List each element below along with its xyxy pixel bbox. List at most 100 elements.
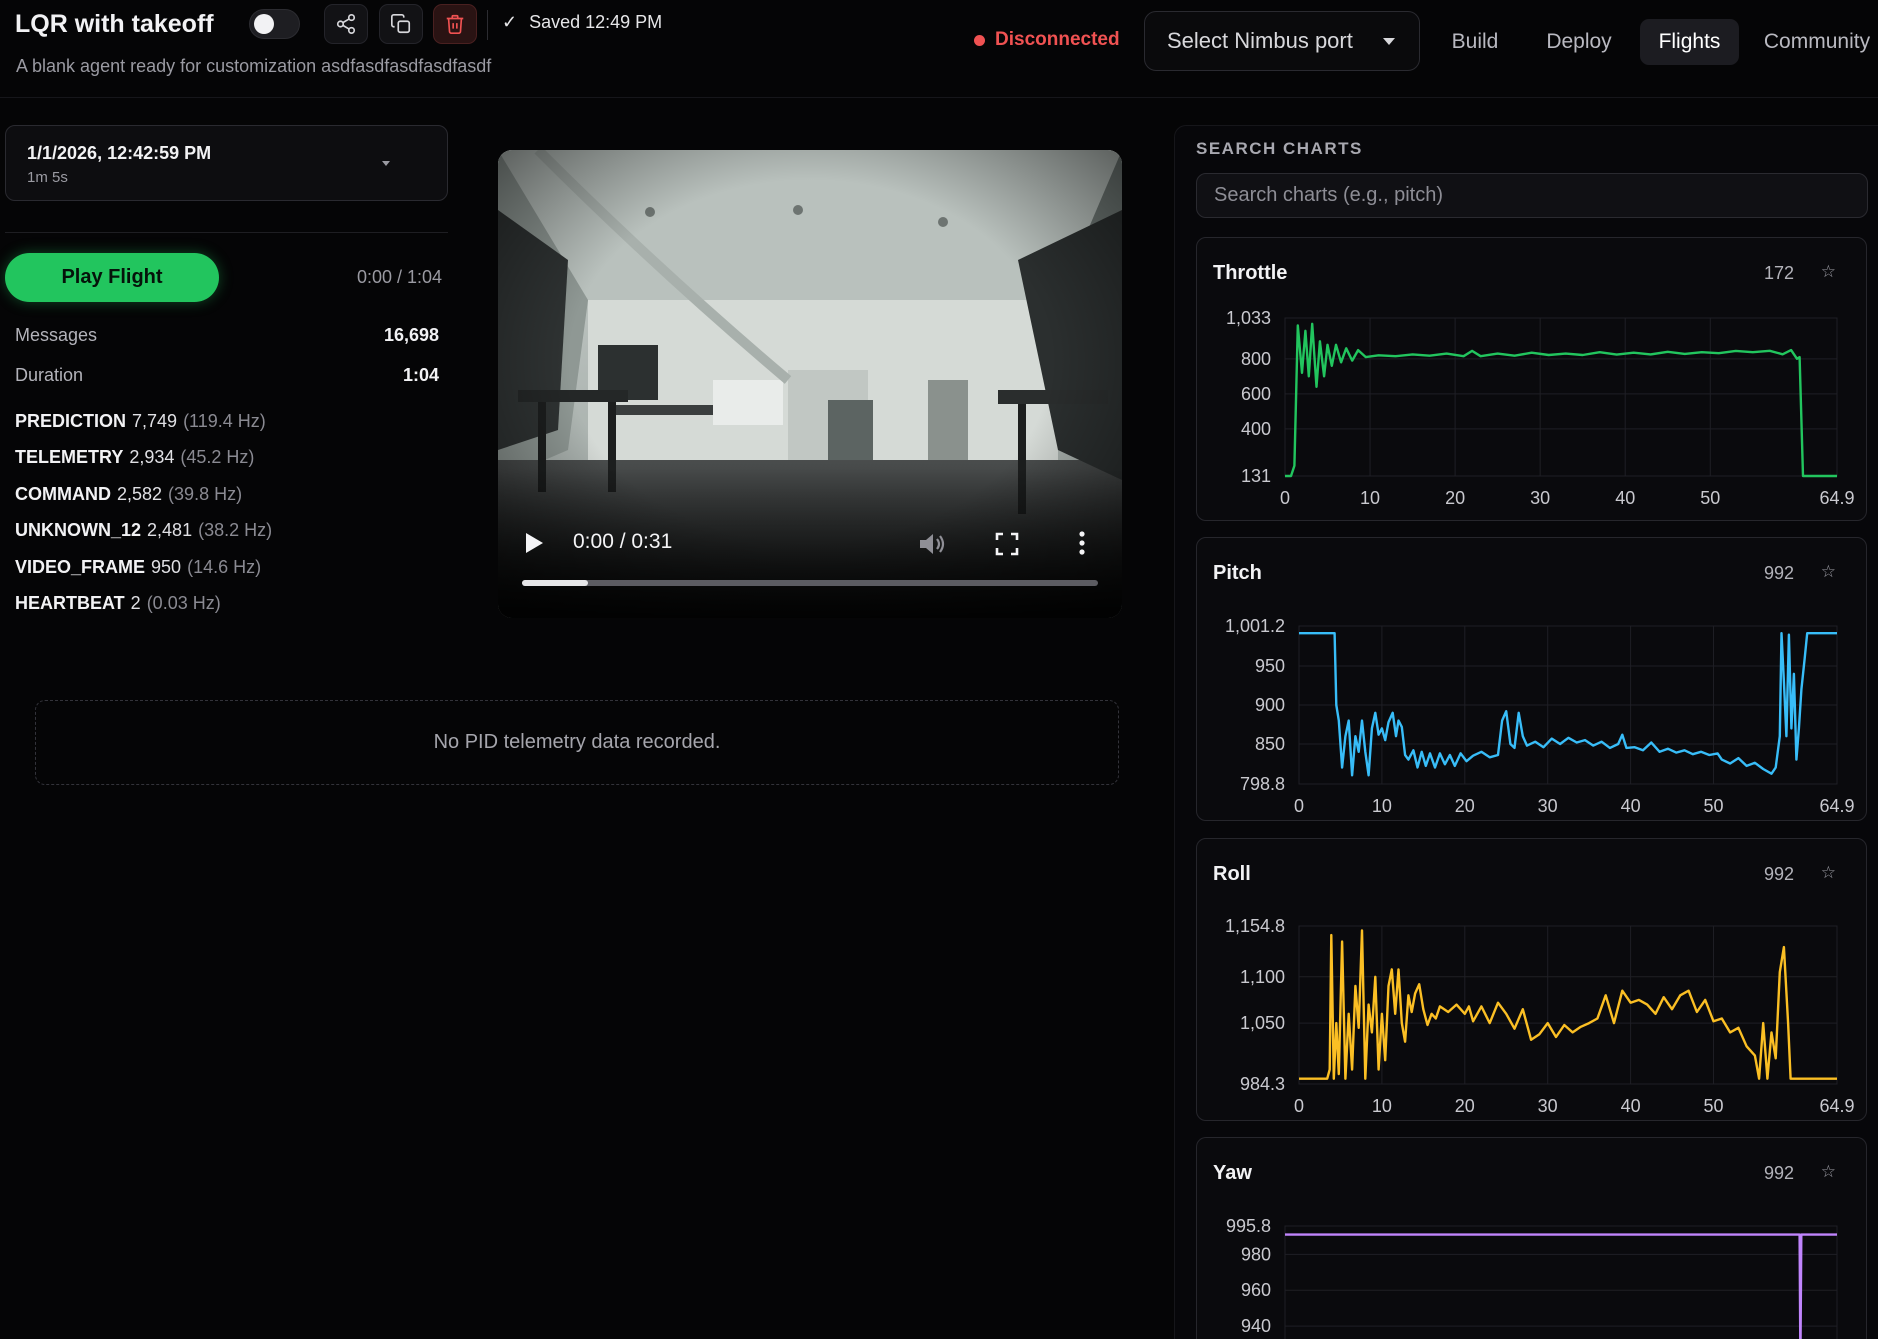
x-tick-label: 0 — [1294, 796, 1304, 816]
x-tick-label: 50 — [1703, 1096, 1723, 1116]
x-tick-label: 40 — [1621, 1096, 1641, 1116]
y-tick-label: 600 — [1241, 384, 1271, 404]
connection-status-label: Disconnected — [995, 29, 1120, 50]
star-icon[interactable]: ☆ — [1821, 1162, 1836, 1182]
y-tick-label: 798.8 — [1240, 774, 1285, 794]
y-tick-label: 1,001.2 — [1225, 616, 1285, 636]
x-tick-label: 64.9 — [1819, 796, 1854, 816]
share-icon — [336, 14, 356, 34]
status-dot-icon — [974, 34, 985, 46]
message-type-rate: (38.2 Hz) — [198, 520, 273, 540]
agent-title: LQR with takeoff — [15, 10, 214, 38]
chart-card-pitch: 798.8 850 900 950 1,001.2 0 10 20 30 40 50 64.9 Pit… — [1196, 537, 1867, 821]
message-type-row: VIDEO_FRAME 950 (14.6 Hz) — [15, 557, 261, 578]
chart-frame — [1284, 317, 1838, 477]
volume-icon[interactable] — [918, 531, 946, 557]
delete-button[interactable] — [433, 4, 477, 44]
message-type-row: COMMAND 2,582 (39.8 Hz) — [15, 484, 242, 505]
chart-card-roll: 984.3 1,050 1,100 1,154.8 0 10 20 30 40 50 64.9 Ro… — [1196, 838, 1867, 1121]
play-flight-button[interactable]: Play Flight — [5, 253, 219, 302]
y-tick-label: 960 — [1241, 1280, 1271, 1300]
divider — [5, 232, 448, 233]
chart-count: 172 — [1763, 263, 1794, 283]
flight-select[interactable]: 1/1/2026, 12:42:59 PM 1m 5s — [5, 125, 448, 201]
y-tick-label: 980 — [1241, 1244, 1271, 1264]
message-type-name: TELEMETRY — [15, 447, 124, 467]
connection-status: Disconnected — [974, 29, 1120, 51]
chart-title: Roll — [1213, 863, 1251, 885]
message-type-count: 2,582 — [117, 484, 163, 504]
message-type-name: HEARTBEAT — [15, 593, 125, 613]
x-tick-label: 64.9 — [1819, 488, 1854, 508]
video-progress-fill — [522, 580, 589, 586]
agent-description: A blank agent ready for customization as… — [16, 56, 492, 76]
x-tick-label: 30 — [1538, 1096, 1558, 1116]
flight-date: 1/1/2026, 12:42:59 PM — [27, 143, 212, 163]
agent-toggle[interactable] — [249, 9, 300, 39]
more-options-icon[interactable] — [1078, 530, 1086, 556]
chart-title: Throttle — [1213, 262, 1288, 284]
y-tick-label: 900 — [1255, 695, 1285, 715]
share-button[interactable] — [324, 4, 368, 44]
duplicate-button[interactable] — [379, 4, 423, 44]
duration-value: 1:04 — [402, 365, 439, 385]
star-icon[interactable]: ☆ — [1821, 863, 1836, 883]
y-tick-label: 1,154.8 — [1225, 916, 1285, 936]
x-tick-label: 10 — [1372, 1096, 1392, 1116]
y-tick-label: 940 — [1241, 1316, 1271, 1336]
x-tick-label: 50 — [1700, 488, 1720, 508]
fullscreen-icon[interactable] — [995, 532, 1019, 556]
message-type-name: VIDEO_FRAME — [15, 557, 146, 577]
chart-title: Yaw — [1213, 1162, 1252, 1184]
series-line-yaw — [1285, 1233, 1837, 1339]
x-tick-label: 64.9 — [1819, 1096, 1854, 1116]
message-type-count: 2,481 — [147, 520, 193, 540]
trash-icon — [446, 14, 464, 34]
y-tick-label: 800 — [1241, 349, 1271, 369]
chart-card-throttle: 131 400 600 800 1,033 0 10 20 30 40 50 64.9 Throttl… — [1196, 237, 1867, 521]
message-type-row: UNKNOWN_12 2,481 (38.2 Hz) — [15, 520, 272, 541]
copy-icon — [391, 14, 411, 34]
y-tick-label: 131 — [1241, 466, 1271, 486]
y-tick-label: 1,033 — [1226, 308, 1271, 328]
port-select[interactable]: Select Nimbus port — [1144, 11, 1420, 71]
x-tick-label: 10 — [1372, 796, 1392, 816]
check-icon: ✓ — [502, 12, 518, 32]
x-tick-label: 30 — [1530, 488, 1550, 508]
y-tick-label: 984.3 — [1240, 1074, 1285, 1094]
message-type-row: TELEMETRY 2,934 (45.2 Hz) — [15, 447, 254, 468]
saved-label: Saved 12:49 PM — [529, 12, 663, 32]
message-type-name: UNKNOWN_12 — [15, 520, 142, 540]
message-type-row: PREDICTION 7,749 (119.4 Hz) — [15, 411, 266, 432]
saved-status: ✓ Saved 12:49 PM — [502, 12, 662, 33]
playback-time: 0:00 / 1:04 — [357, 267, 443, 287]
x-tick-label: 30 — [1538, 796, 1558, 816]
video-progress-bar[interactable] — [522, 580, 1098, 586]
star-icon[interactable]: ☆ — [1821, 562, 1836, 582]
nav-community[interactable]: Community — [1756, 19, 1878, 65]
play-icon[interactable] — [524, 532, 544, 554]
duration-label: Duration — [15, 365, 84, 385]
nav-deploy[interactable]: Deploy — [1535, 19, 1623, 65]
message-type-rate: (45.2 Hz) — [180, 447, 255, 467]
nav-build[interactable]: Build — [1436, 19, 1514, 65]
chart-frame — [1284, 1225, 1838, 1339]
chart-count: 992 — [1763, 864, 1794, 884]
star-icon[interactable]: ☆ — [1821, 262, 1836, 282]
x-tick-label: 10 — [1360, 488, 1380, 508]
flight-video-player[interactable]: 0:00 / 0:31 — [498, 150, 1122, 618]
message-type-rate: (14.6 Hz) — [187, 557, 262, 577]
message-type-row: HEARTBEAT 2 (0.03 Hz) — [15, 593, 221, 614]
search-charts-title: SEARCH CHARTS — [1196, 139, 1363, 158]
flight-duration-short: 1m 5s — [27, 169, 68, 186]
video-time: 0:00 / 0:31 — [573, 530, 673, 553]
messages-label: Messages — [15, 325, 98, 345]
nav-flights[interactable]: Flights — [1640, 19, 1739, 65]
series-line-pitch — [1299, 631, 1837, 777]
message-type-rate: (119.4 Hz) — [183, 411, 266, 431]
y-tick-label: 950 — [1255, 656, 1285, 676]
search-charts-input[interactable] — [1196, 173, 1868, 218]
messages-value: 16,698 — [383, 325, 439, 345]
message-type-count: 7,749 — [132, 411, 178, 431]
y-tick-label: 850 — [1255, 734, 1285, 754]
